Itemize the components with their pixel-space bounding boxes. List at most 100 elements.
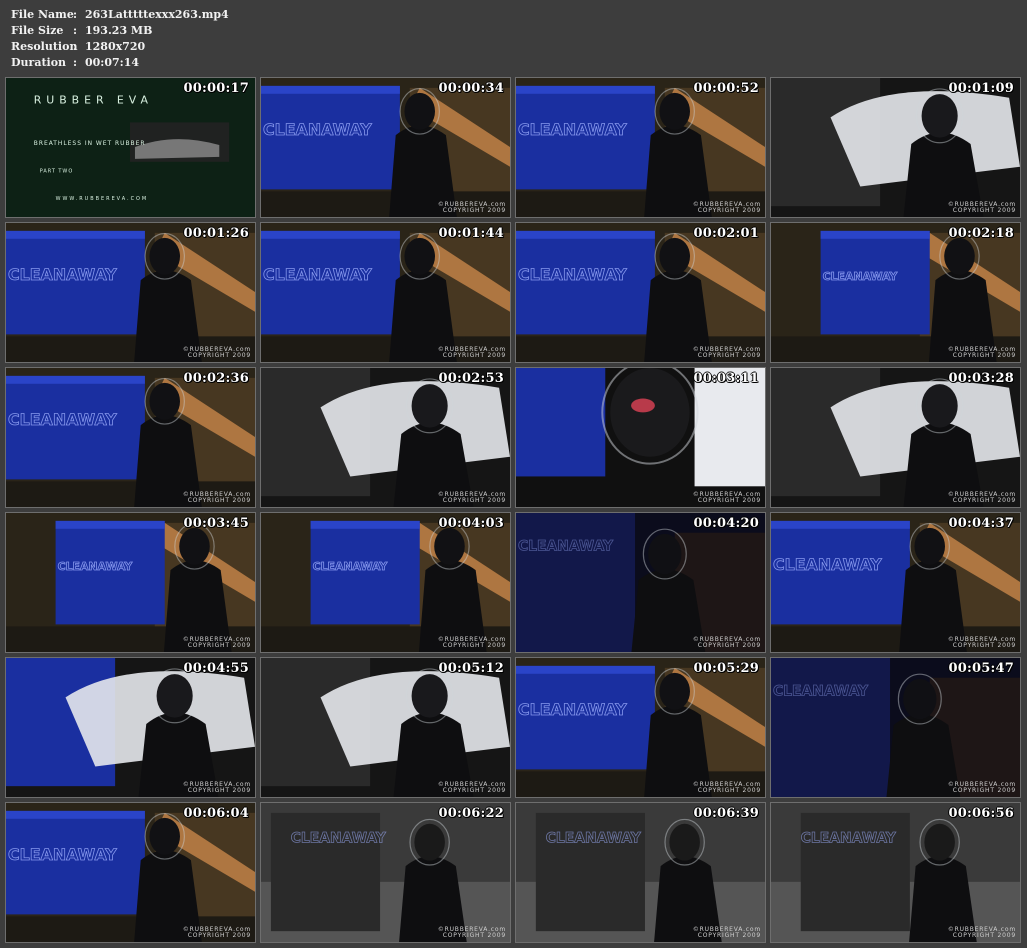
bin-label-text: CLEANAWAY: [313, 560, 388, 573]
title-url-text: WWW.RUBBEREVA.COM: [56, 196, 149, 202]
thumbnail-timestamp: 00:04:55: [183, 661, 249, 676]
duration-label: Duration: [11, 56, 67, 69]
file-info-block: File Name : 263Latttttexxx263.mp4 File S…: [11, 7, 229, 71]
thumbnail-frame-image: CLEANAWAY: [516, 803, 765, 942]
bin-label-text: CLEANAWAY: [8, 845, 117, 864]
watermark-copyright-text: COPYRIGHT 2009: [442, 642, 506, 649]
video-thumbnail: CLEANAWAY 00:05:29 ©RUBBEREVA.com COPYRIGHT…: [515, 657, 766, 798]
video-thumbnail: CLEANAWAY 00:02:18 ©RUBBEREVA.com COPYRIGHT…: [770, 222, 1021, 363]
bin-label-text: CLEANAWAY: [8, 410, 117, 429]
video-thumbnail: RUBBER EVA BREATHLESS IN WET RUBBER PART T…: [5, 77, 256, 218]
title-tagline-text: BREATHLESS IN WET RUBBER: [34, 140, 146, 147]
thumbnail-timestamp: 00:06:56: [948, 806, 1014, 821]
thumbnail-timestamp: 00:06:39: [693, 806, 759, 821]
file-size-label: File Size: [11, 24, 64, 37]
thumbnail-frame-image: CLEANAWAY: [516, 513, 765, 652]
thumbnail-timestamp: 00:03:28: [948, 371, 1014, 386]
watermark-copyright-text: COPYRIGHT 2009: [697, 207, 761, 214]
watermark-copyright-text: COPYRIGHT 2009: [187, 642, 251, 649]
thumbnail-watermark: ©RUBBEREVA.com COPYRIGHT 2009: [183, 637, 251, 649]
video-thumbnail: CLEANAWAY 00:01:26 ©RUBBEREVA.com COPYRIGHT…: [5, 222, 256, 363]
bin-label-text: CLEANAWAY: [546, 830, 642, 846]
thumbnail-timestamp: 00:00:52: [693, 81, 759, 96]
thumbnail-timestamp: 00:00:17: [183, 81, 249, 96]
watermark-copyright-text: COPYRIGHT 2009: [442, 787, 506, 794]
thumbnail-watermark: ©RUBBEREVA.com COPYRIGHT 2009: [438, 347, 506, 359]
bin-label-text: CLEANAWAY: [8, 265, 117, 284]
video-thumbnail: 00:03:28 ©RUBBEREVA.com COPYRIGHT 2009: [770, 367, 1021, 508]
watermark-copyright-text: COPYRIGHT 2009: [952, 642, 1016, 649]
thumbnail-watermark: ©RUBBEREVA.com COPYRIGHT 2009: [693, 927, 761, 939]
thumbnail-frame-image: CLEANAWAY: [516, 78, 765, 217]
thumbnail-watermark: ©RUBBEREVA.com COPYRIGHT 2009: [438, 202, 506, 214]
watermark-copyright-text: COPYRIGHT 2009: [187, 497, 251, 504]
thumbnail-frame-image: CLEANAWAY: [771, 658, 1020, 797]
thumbnail-frame-image: CLEANAWAY: [6, 223, 255, 362]
watermark-copyright-text: COPYRIGHT 2009: [697, 787, 761, 794]
video-thumbnail: CLEANAWAY 00:03:45 ©RUBBEREVA.com COPYRIGHT…: [5, 512, 256, 653]
video-thumbnail: CLEANAWAY 00:05:47 ©RUBBEREVA.com COPYRIGHT…: [770, 657, 1021, 798]
thumbnail-watermark: ©RUBBEREVA.com COPYRIGHT 2009: [693, 347, 761, 359]
thumbnail-timestamp: 00:02:18: [948, 226, 1014, 241]
watermark-copyright-text: COPYRIGHT 2009: [187, 787, 251, 794]
watermark-copyright-text: COPYRIGHT 2009: [952, 207, 1016, 214]
video-thumbnail: 00:05:12 ©RUBBEREVA.com COPYRIGHT 2009: [260, 657, 511, 798]
bin-label-text: CLEANAWAY: [291, 830, 387, 846]
watermark-copyright-text: COPYRIGHT 2009: [697, 642, 761, 649]
thumbnail-timestamp: 00:04:37: [948, 516, 1014, 531]
thumbnail-timestamp: 00:03:11: [693, 371, 759, 386]
thumbnail-watermark: ©RUBBEREVA.com COPYRIGHT 2009: [183, 347, 251, 359]
separator: :: [73, 56, 78, 69]
thumbnail-frame-image: CLEANAWAY: [771, 223, 1020, 362]
video-thumbnail: 00:02:53 ©RUBBEREVA.com COPYRIGHT 2009: [260, 367, 511, 508]
thumbnail-frame-image: CLEANAWAY: [261, 223, 510, 362]
watermark-copyright-text: COPYRIGHT 2009: [697, 352, 761, 359]
video-thumbnail: 00:03:11 ©RUBBEREVA.com COPYRIGHT 2009: [515, 367, 766, 508]
bin-label-text: CLEANAWAY: [773, 683, 869, 699]
contact-sheet: File Name : 263Latttttexxx263.mp4 File S…: [0, 0, 1027, 948]
video-thumbnail: CLEANAWAY 00:02:36 ©RUBBEREVA.com COPYRIGHT…: [5, 367, 256, 508]
thumbnail-timestamp: 00:02:36: [183, 371, 249, 386]
bin-label-text: CLEANAWAY: [518, 700, 627, 719]
thumbnail-watermark: ©RUBBEREVA.com COPYRIGHT 2009: [438, 492, 506, 504]
watermark-copyright-text: COPYRIGHT 2009: [442, 497, 506, 504]
title-part-text: PART TWO: [40, 169, 74, 175]
video-thumbnail: CLEANAWAY 00:04:20 ©RUBBEREVA.com COPYRIGHT…: [515, 512, 766, 653]
video-thumbnail: CLEANAWAY 00:04:37 ©RUBBEREVA.com COPYRIGHT…: [770, 512, 1021, 653]
watermark-copyright-text: COPYRIGHT 2009: [442, 352, 506, 359]
thumbnail-frame-image: CLEANAWAY: [516, 658, 765, 797]
thumbnail-frame-image: [771, 368, 1020, 507]
bin-label-text: CLEANAWAY: [58, 560, 133, 573]
thumbnail-timestamp: 00:04:03: [438, 516, 504, 531]
thumbnail-grid: RUBBER EVA BREATHLESS IN WET RUBBER PART T…: [5, 77, 1022, 943]
thumbnail-watermark: ©RUBBEREVA.com COPYRIGHT 2009: [183, 927, 251, 939]
thumbnail-frame-image: [261, 658, 510, 797]
video-thumbnail: CLEANAWAY 00:04:03 ©RUBBEREVA.com COPYRIGHT…: [260, 512, 511, 653]
thumbnail-frame-image: RUBBER EVA BREATHLESS IN WET RUBBER PART T…: [6, 78, 255, 217]
thumbnail-timestamp: 00:06:04: [183, 806, 249, 821]
thumbnail-timestamp: 00:01:09: [948, 81, 1014, 96]
thumbnail-watermark: ©RUBBEREVA.com COPYRIGHT 2009: [948, 202, 1016, 214]
resolution-label: Resolution: [11, 40, 78, 53]
watermark-copyright-text: COPYRIGHT 2009: [952, 497, 1016, 504]
resolution-value: 1280x720: [85, 40, 146, 53]
video-thumbnail: CLEANAWAY 00:06:04 ©RUBBEREVA.com COPYRIGHT…: [5, 802, 256, 943]
thumbnail-timestamp: 00:04:20: [693, 516, 759, 531]
watermark-copyright-text: COPYRIGHT 2009: [952, 932, 1016, 939]
watermark-copyright-text: COPYRIGHT 2009: [952, 352, 1016, 359]
bin-label-text: CLEANAWAY: [773, 555, 882, 574]
video-thumbnail: 00:04:55 ©RUBBEREVA.com COPYRIGHT 2009: [5, 657, 256, 798]
video-thumbnail: CLEANAWAY 00:01:44 ©RUBBEREVA.com COPYRIGHT…: [260, 222, 511, 363]
thumbnail-watermark: ©RUBBEREVA.com COPYRIGHT 2009: [948, 347, 1016, 359]
thumbnail-frame-image: [6, 658, 255, 797]
video-thumbnail: CLEANAWAY 00:06:56 ©RUBBEREVA.com COPYRIGHT…: [770, 802, 1021, 943]
thumbnail-frame-image: [261, 368, 510, 507]
bin-label-text: CLEANAWAY: [823, 270, 898, 283]
file-size-row: File Size : 193.23 MB: [11, 23, 229, 39]
thumbnail-watermark: ©RUBBEREVA.com COPYRIGHT 2009: [948, 782, 1016, 794]
duration-value: 00:07:14: [85, 56, 140, 69]
watermark-copyright-text: COPYRIGHT 2009: [187, 932, 251, 939]
file-name-label: File Name: [11, 8, 74, 21]
thumbnail-watermark: ©RUBBEREVA.com COPYRIGHT 2009: [693, 637, 761, 649]
thumbnail-timestamp: 00:05:12: [438, 661, 504, 676]
